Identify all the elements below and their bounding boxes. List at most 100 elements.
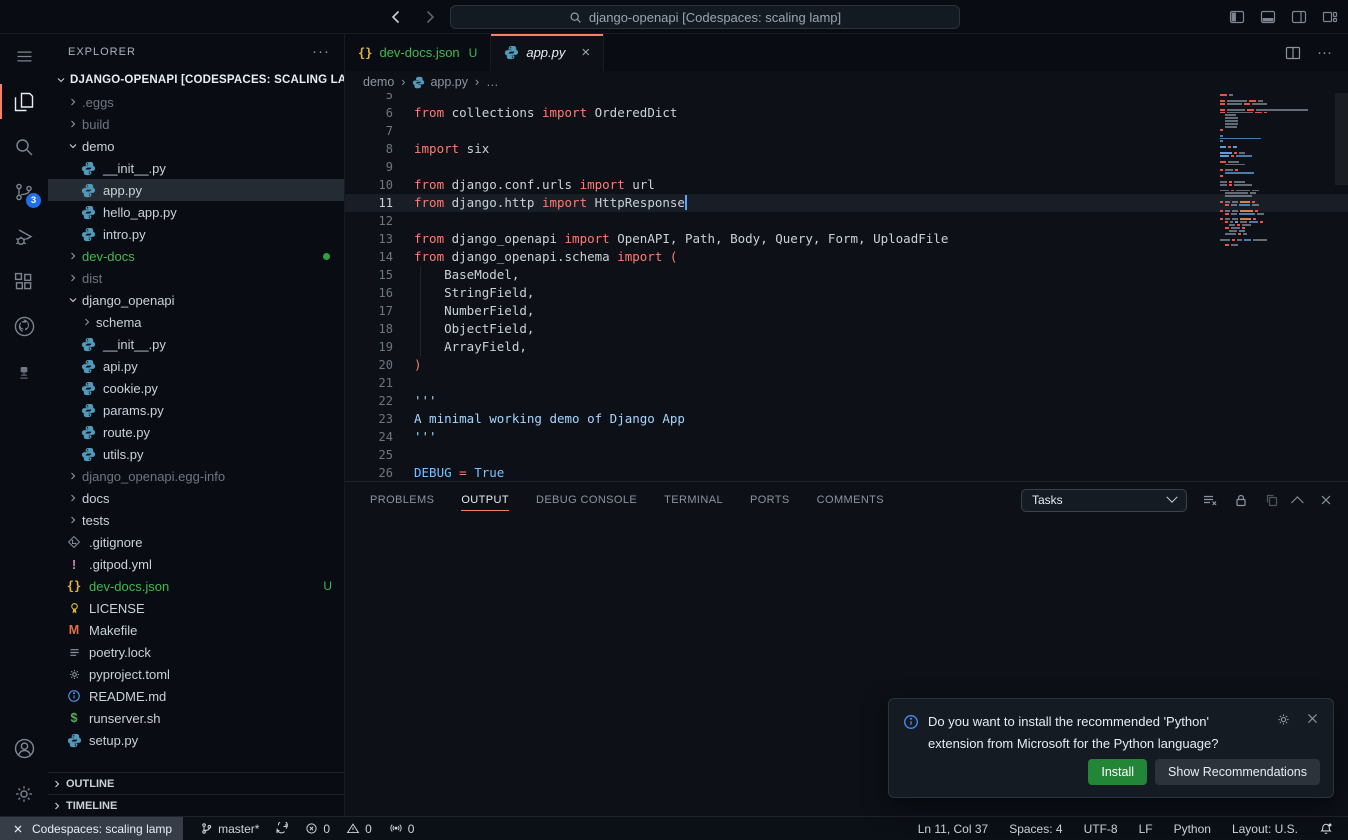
panel-tab-debug-console[interactable]: DEBUG CONSOLE — [536, 482, 637, 518]
cursor-position-status[interactable]: Ln 11, Col 37 — [918, 822, 989, 836]
tree-item-django_openapi.egg-info[interactable]: django_openapi.egg-info — [48, 465, 344, 487]
toggle-panel-icon[interactable] — [1260, 9, 1276, 25]
tree-item-Makefile[interactable]: MMakefile — [48, 619, 344, 641]
tree-item-__init__.py[interactable]: __init__.py — [48, 157, 344, 179]
extensions-icon[interactable] — [0, 259, 48, 304]
code-line-16[interactable]: 16 StringField, — [345, 284, 1348, 302]
github-icon[interactable] — [0, 304, 48, 349]
code-line-18[interactable]: 18 ObjectField, — [345, 320, 1348, 338]
code-line-19[interactable]: 19 ArrayField, — [345, 338, 1348, 356]
indentation-status[interactable]: Spaces: 4 — [1009, 822, 1062, 836]
tree-item-utils.py[interactable]: utils.py — [48, 443, 344, 465]
tree-item-params.py[interactable]: params.py — [48, 399, 344, 421]
settings-gear-icon[interactable] — [0, 771, 48, 816]
breadcrumb-item-demo[interactable]: demo — [363, 75, 394, 89]
show-recommendations-button[interactable]: Show Recommendations — [1155, 759, 1320, 785]
code-line-25[interactable]: 25 — [345, 446, 1348, 464]
tree-item-__init__.py[interactable]: __init__.py — [48, 333, 344, 355]
code-line-14[interactable]: 14from django_openapi.schema import ( — [345, 248, 1348, 266]
encoding-status[interactable]: UTF-8 — [1084, 822, 1118, 836]
breadcrumb-item-symbol[interactable]: … — [486, 75, 499, 89]
tree-item-intro.py[interactable]: intro.py — [48, 223, 344, 245]
git-branch-status[interactable]: master* — [200, 822, 288, 836]
code-editor[interactable]: 56from collections import OrderedDict78i… — [345, 93, 1348, 481]
customize-layout-icon[interactable] — [1322, 9, 1338, 25]
tree-item-api.py[interactable]: api.py — [48, 355, 344, 377]
tree-item-dev-docs.json[interactable]: {}dev-docs.jsonU — [48, 575, 344, 597]
run-debug-icon[interactable] — [0, 214, 48, 259]
code-line-6[interactable]: 6from collections import OrderedDict — [345, 104, 1348, 122]
dev-docs-extension-icon[interactable] — [0, 349, 48, 394]
tree-item-poetry.lock[interactable]: poetry.lock — [48, 641, 344, 663]
language-mode-status[interactable]: Python — [1174, 822, 1211, 836]
command-center-search[interactable]: django-openapi [Codespaces: scaling lamp… — [450, 5, 960, 29]
open-output-in-editor-icon[interactable] — [1264, 492, 1280, 508]
tree-item-pyproject.toml[interactable]: pyproject.toml — [48, 663, 344, 685]
editor-more-actions-icon[interactable]: ··· — [1317, 44, 1332, 61]
outline-section[interactable]: OUTLINE — [48, 772, 344, 794]
tree-item-django_openapi[interactable]: django_openapi — [48, 289, 344, 311]
code-line-15[interactable]: 15 BaseModel, — [345, 266, 1348, 284]
forward-icon[interactable] — [422, 9, 438, 25]
tab-app-py[interactable]: app.py × — [491, 34, 604, 71]
split-editor-icon[interactable] — [1285, 45, 1301, 61]
panel-tab-output[interactable]: OUTPUT — [461, 482, 509, 518]
close-tab-icon[interactable]: × — [581, 45, 590, 60]
tree-item-.eggs[interactable]: .eggs — [48, 91, 344, 113]
code-line-24[interactable]: 24''' — [345, 428, 1348, 446]
tree-item-cookie.py[interactable]: cookie.py — [48, 377, 344, 399]
tree-item-LICENSE[interactable]: LICENSE — [48, 597, 344, 619]
keyboard-layout-status[interactable]: Layout: U.S. — [1232, 822, 1298, 836]
notification-close-icon[interactable] — [1306, 712, 1319, 727]
close-panel-icon[interactable] — [1319, 493, 1333, 507]
tree-item-.gitpod.yml[interactable]: !.gitpod.yml — [48, 553, 344, 575]
notification-settings-gear-icon[interactable] — [1276, 712, 1291, 727]
minimap[interactable] — [1220, 93, 1332, 250]
panel-tab-terminal[interactable]: TERMINAL — [664, 482, 723, 518]
code-line-22[interactable]: 22''' — [345, 392, 1348, 410]
code-line-7[interactable]: 7 — [345, 122, 1348, 140]
code-line-23[interactable]: 23A minimal working demo of Django App — [345, 410, 1348, 428]
explorer-more-actions-icon[interactable]: ··· — [312, 43, 330, 60]
tree-item-tests[interactable]: tests — [48, 509, 344, 531]
tree-item-schema[interactable]: schema — [48, 311, 344, 333]
breadcrumb-item-app-py[interactable]: app.py — [412, 75, 468, 89]
tree-item-runserver.sh[interactable]: $runserver.sh — [48, 707, 344, 729]
tree-item-build[interactable]: build — [48, 113, 344, 135]
menu-icon[interactable] — [0, 34, 48, 79]
code-line-13[interactable]: 13from django_openapi import OpenAPI, Pa… — [345, 230, 1348, 248]
tree-root-folder[interactable]: DJANGO-OPENAPI [CODESPACES: SCALING LA..… — [48, 69, 344, 91]
problems-status[interactable]: 0 0 — [305, 822, 371, 836]
notifications-bell-icon[interactable] — [1319, 822, 1333, 836]
code-line-11[interactable]: 11from django.http import HttpResponse — [345, 194, 1348, 212]
ports-status[interactable]: 0 — [389, 822, 415, 836]
panel-tab-problems[interactable]: PROBLEMS — [370, 482, 434, 518]
clear-output-icon[interactable] — [1202, 492, 1218, 508]
tree-item-dev-docs[interactable]: dev-docs — [48, 245, 344, 267]
code-line-10[interactable]: 10from django.conf.urls import url — [345, 176, 1348, 194]
toggle-sidebar-right-icon[interactable] — [1291, 9, 1307, 25]
remote-indicator[interactable]: Codespaces: scaling lamp — [0, 817, 183, 840]
code-line-12[interactable]: 12 — [345, 212, 1348, 230]
output-channel-select[interactable]: Tasks — [1021, 489, 1187, 512]
tab-dev-docs-json[interactable]: {} dev-docs.json U — [345, 34, 491, 71]
tree-item-route.py[interactable]: route.py — [48, 421, 344, 443]
lock-icon[interactable] — [1233, 492, 1249, 508]
code-line-5[interactable]: 5 — [345, 93, 1348, 104]
code-line-8[interactable]: 8import six — [345, 140, 1348, 158]
code-line-17[interactable]: 17 NumberField, — [345, 302, 1348, 320]
tree-item-app.py[interactable]: app.py — [48, 179, 344, 201]
editor-scrollbar[interactable] — [1335, 93, 1348, 185]
tree-item-dist[interactable]: dist — [48, 267, 344, 289]
back-icon[interactable] — [388, 9, 404, 25]
code-line-20[interactable]: 20) — [345, 356, 1348, 374]
panel-tab-ports[interactable]: PORTS — [750, 482, 790, 518]
eol-status[interactable]: LF — [1139, 822, 1153, 836]
timeline-section[interactable]: TIMELINE — [48, 794, 344, 816]
tree-item-hello_app.py[interactable]: hello_app.py — [48, 201, 344, 223]
maximize-panel-icon[interactable] — [1291, 496, 1304, 509]
install-button[interactable]: Install — [1088, 759, 1147, 785]
explorer-icon[interactable] — [0, 79, 48, 124]
code-line-21[interactable]: 21 — [345, 374, 1348, 392]
code-line-26[interactable]: 26DEBUG = True — [345, 464, 1348, 481]
